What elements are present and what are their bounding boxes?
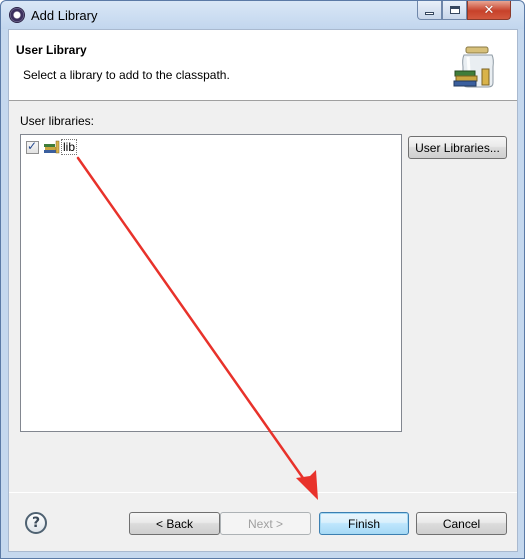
library-books-icon xyxy=(44,140,60,154)
help-icon[interactable]: ? xyxy=(25,512,47,534)
back-button[interactable]: < Back xyxy=(129,512,220,535)
eclipse-app-icon xyxy=(9,7,25,23)
add-library-dialog: Add Library ✕ User Library Select a libr… xyxy=(0,0,525,559)
close-button[interactable]: ✕ xyxy=(467,1,511,20)
user-libraries-button[interactable]: User Libraries... xyxy=(408,136,507,159)
title-bar[interactable]: Add Library ✕ xyxy=(1,1,524,29)
cancel-button[interactable]: Cancel xyxy=(416,512,507,535)
list-item[interactable]: ✓ lib xyxy=(26,138,78,156)
next-button: Next > xyxy=(220,512,311,535)
minimize-icon xyxy=(425,11,434,15)
minimize-button[interactable] xyxy=(417,1,442,20)
footer-separator xyxy=(9,492,517,493)
window-title: Add Library xyxy=(31,8,98,23)
finish-button[interactable]: Finish xyxy=(319,512,409,535)
lib-item-label: lib xyxy=(61,139,78,155)
maximize-button[interactable] xyxy=(442,1,467,20)
dialog-client-area: User Library Select a library to add to … xyxy=(8,29,518,552)
page-title: User Library xyxy=(16,43,87,57)
user-libraries-list[interactable]: ✓ lib xyxy=(20,134,402,432)
close-icon: ✕ xyxy=(483,2,495,18)
check-icon: ✓ xyxy=(27,138,38,153)
library-jar-icon xyxy=(453,46,494,88)
wizard-header: User Library Select a library to add to … xyxy=(9,30,517,101)
page-description: Select a library to add to the classpath… xyxy=(23,68,230,82)
user-libraries-label: User libraries: xyxy=(20,114,95,128)
maximize-icon xyxy=(449,6,460,14)
lib-checkbox[interactable]: ✓ xyxy=(26,138,39,154)
